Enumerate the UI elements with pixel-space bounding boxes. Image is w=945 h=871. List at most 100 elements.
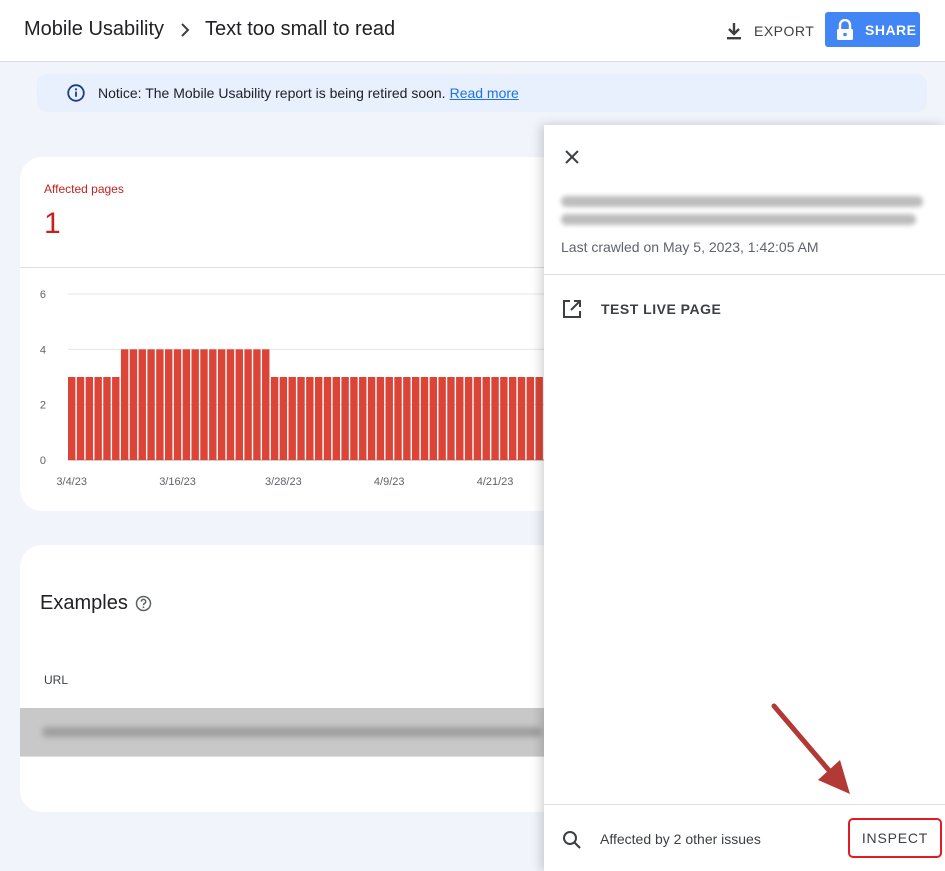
chart-bar[interactable]: [279, 377, 288, 460]
chart-x-tick-label: 4/9/23: [374, 476, 405, 488]
chart-bar[interactable]: [473, 377, 482, 460]
chart-bar[interactable]: [385, 377, 393, 460]
affected-pages-chart: 0 2 4 6 3/4/23 3/16/23 3/28/23 4/9/23 4/21/23: [40, 289, 580, 488]
chart-bar[interactable]: [217, 349, 226, 460]
chart-bar[interactable]: [332, 377, 340, 460]
chart-bar[interactable]: [447, 377, 455, 460]
chart-bar[interactable]: [341, 377, 349, 460]
chart-bar[interactable]: [270, 377, 279, 460]
chart-bar[interactable]: [147, 349, 155, 460]
chart-bar[interactable]: [394, 377, 402, 460]
chart-bar[interactable]: [165, 349, 173, 460]
chart-bar[interactable]: [482, 377, 490, 460]
chart-x-tick-label: 4/21/23: [477, 476, 514, 488]
chart-bar[interactable]: [68, 377, 76, 460]
panel-divider: [544, 804, 945, 805]
url-column-header[interactable]: URL: [44, 673, 68, 687]
chart-bar[interactable]: [112, 377, 120, 460]
lock-icon: [837, 18, 853, 40]
affected-pages-card: Affected pages 1 0 2 4 6 3/4/23 3/16/23 3/28/2…: [20, 157, 580, 511]
share-button[interactable]: SHARE: [825, 12, 920, 47]
chart-bar[interactable]: [306, 377, 314, 460]
chart-bar[interactable]: [535, 377, 543, 460]
chart-bar[interactable]: [429, 377, 438, 460]
chart-bar[interactable]: [76, 377, 85, 460]
chart-bar[interactable]: [420, 377, 429, 460]
blurred-url: [42, 727, 542, 737]
examples-title: Examples: [40, 592, 128, 614]
chart-bar[interactable]: [500, 377, 508, 460]
export-button[interactable]: EXPORT: [718, 14, 820, 48]
chart-bar[interactable]: [129, 349, 138, 460]
chart-bar[interactable]: [509, 377, 517, 460]
share-label: SHARE: [865, 21, 917, 38]
chart-bar[interactable]: [491, 377, 499, 460]
read-more-link[interactable]: Read more: [450, 85, 519, 101]
retirement-notice: Notice: The Mobile Usability report is b…: [37, 74, 927, 112]
chart-bar[interactable]: [85, 377, 94, 460]
chart-bar[interactable]: [456, 377, 464, 460]
chart-bar[interactable]: [297, 377, 305, 460]
chart-bar[interactable]: [244, 349, 252, 460]
chart-y-tick-label: 6: [40, 289, 46, 301]
chart-bar[interactable]: [262, 349, 270, 460]
last-crawled-text: Last crawled on May 5, 2023, 1:42:05 AM: [561, 239, 819, 255]
chart-bar[interactable]: [359, 377, 367, 460]
chart-bar[interactable]: [120, 349, 129, 460]
chart-bar[interactable]: [367, 377, 376, 460]
chart-x-tick-label: 3/16/23: [159, 476, 196, 488]
chart-y-tick-label: 2: [40, 400, 46, 412]
url-detail-panel: Last crawled on May 5, 2023, 1:42:05 AM …: [544, 125, 945, 871]
other-issues-text: Affected by 2 other issues: [600, 831, 761, 847]
chart-bar[interactable]: [438, 377, 446, 460]
info-icon: [67, 84, 85, 102]
chart-bar[interactable]: [226, 349, 235, 460]
chart-x-tick-label: 3/28/23: [265, 476, 302, 488]
chart-bar[interactable]: [138, 349, 146, 460]
breadcrumb-mobile-usability[interactable]: Mobile Usability: [24, 18, 164, 41]
chart-bar[interactable]: [156, 349, 164, 460]
chevron-right-icon: [181, 23, 190, 37]
chart-y-tick-label: 4: [40, 344, 46, 356]
chart-y-tick-label: 0: [40, 455, 46, 467]
chart-bar[interactable]: [323, 377, 332, 460]
search-console-app: Mobile Usability Text too small to read …: [0, 0, 945, 871]
chart-bar[interactable]: [288, 377, 296, 460]
help-icon[interactable]: [135, 595, 152, 612]
chart-x-tick-label: 3/4/23: [56, 476, 87, 488]
chart-bar[interactable]: [173, 349, 182, 460]
chart-bar[interactable]: [403, 377, 411, 460]
examples-card: Examples URL: [20, 545, 580, 812]
download-icon: [727, 23, 741, 40]
chart-bar[interactable]: [411, 377, 420, 460]
close-icon[interactable]: [561, 146, 583, 168]
blurred-url-line: [561, 196, 923, 207]
export-label: EXPORT: [754, 23, 815, 39]
test-live-page-button[interactable]: TEST LIVE PAGE: [561, 297, 721, 321]
open-in-new-icon: [563, 300, 581, 318]
panel-divider: [544, 274, 945, 275]
chart-bar[interactable]: [103, 377, 111, 460]
chart-bar[interactable]: [191, 349, 199, 460]
chart-bar[interactable]: [200, 349, 208, 460]
chart-bar[interactable]: [94, 377, 102, 460]
chart-bar[interactable]: [314, 377, 323, 460]
page-header: Mobile Usability Text too small to read …: [0, 0, 945, 62]
chart-bar[interactable]: [209, 349, 217, 460]
chart-bar[interactable]: [350, 377, 358, 460]
chart-bar[interactable]: [517, 377, 526, 460]
row-divider: [20, 756, 580, 757]
chart-bar[interactable]: [253, 349, 261, 460]
blurred-url-line: [561, 214, 916, 225]
search-icon: [563, 831, 581, 849]
test-live-page-label: TEST LIVE PAGE: [601, 301, 722, 317]
chart-bar[interactable]: [464, 377, 473, 460]
chart-bar[interactable]: [182, 349, 191, 460]
chart-bar[interactable]: [526, 377, 535, 460]
table-row[interactable]: [20, 708, 580, 756]
chart-bar[interactable]: [235, 349, 243, 460]
inspect-button[interactable]: INSPECT: [848, 818, 942, 858]
chart-bar[interactable]: [376, 377, 385, 460]
page-title: Text too small to read: [205, 18, 396, 40]
notice-text: Notice: The Mobile Usability report is b…: [98, 85, 446, 101]
